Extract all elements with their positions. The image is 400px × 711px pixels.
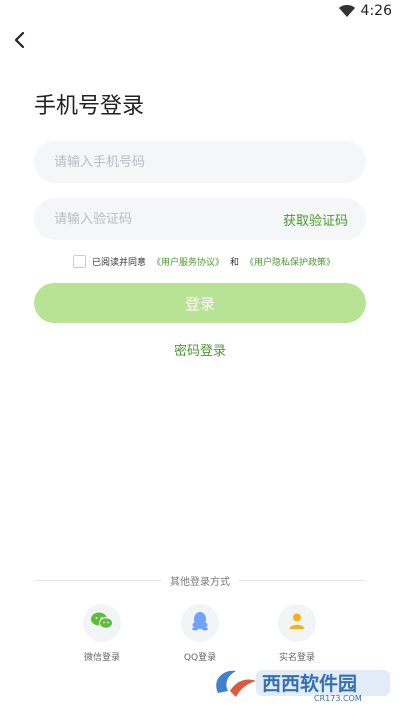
wechat-login-label: 微信登录	[83, 653, 120, 663]
realname-login-button[interactable]: 实名登录	[267, 604, 327, 663]
wifi-icon	[338, 5, 355, 17]
agreement-row: 已阅读并同意 《用户服务协议》 和 《用户隐私保护政策》	[73, 255, 335, 268]
agreement-checkbox[interactable]	[73, 255, 86, 268]
login-button[interactable]: 登录	[34, 283, 366, 323]
person-icon-wrap	[278, 604, 316, 642]
qq-icon-wrap	[181, 604, 219, 642]
status-icons: 4:26	[338, 3, 392, 19]
password-login-link[interactable]: 密码登录	[0, 340, 400, 359]
qq-login-label: QQ登录	[183, 653, 217, 663]
page-title: 手机号登录	[34, 94, 145, 119]
agreement-and: 和	[230, 258, 240, 268]
watermark-brand: 西西软件园	[262, 672, 357, 695]
person-icon	[288, 612, 306, 634]
get-code-button[interactable]: 获取验证码	[283, 210, 348, 229]
agreement-prefix: 已阅读并同意	[92, 258, 147, 268]
code-field[interactable]: 获取验证码	[34, 198, 366, 240]
chevron-left-icon	[13, 31, 27, 53]
phone-field[interactable]	[34, 141, 366, 183]
back-button[interactable]	[8, 30, 32, 54]
qq-login-button[interactable]: QQ登录	[170, 604, 230, 663]
status-bar: 4:26	[0, 0, 400, 24]
terms-link[interactable]: 《用户服务协议》	[152, 255, 224, 268]
other-login-divider: 其他登录方式	[34, 573, 366, 588]
wechat-icon-wrap	[83, 604, 121, 642]
qq-icon	[191, 611, 209, 635]
status-time: 4:26	[360, 3, 392, 19]
divider-line-right	[238, 580, 366, 581]
watermark-domain: CR173.COM	[314, 694, 362, 703]
phone-input[interactable]	[52, 153, 348, 171]
other-login-title: 其他登录方式	[170, 577, 230, 588]
divider-line-left	[34, 580, 162, 581]
code-input[interactable]	[52, 210, 283, 228]
wechat-login-button[interactable]: 微信登录	[72, 604, 132, 663]
site-watermark: 西西软件园 CR173.COM	[212, 663, 394, 703]
wechat-icon	[90, 611, 114, 635]
privacy-link[interactable]: 《用户隐私保护政策》	[245, 255, 335, 268]
realname-login-label: 实名登录	[278, 653, 315, 663]
